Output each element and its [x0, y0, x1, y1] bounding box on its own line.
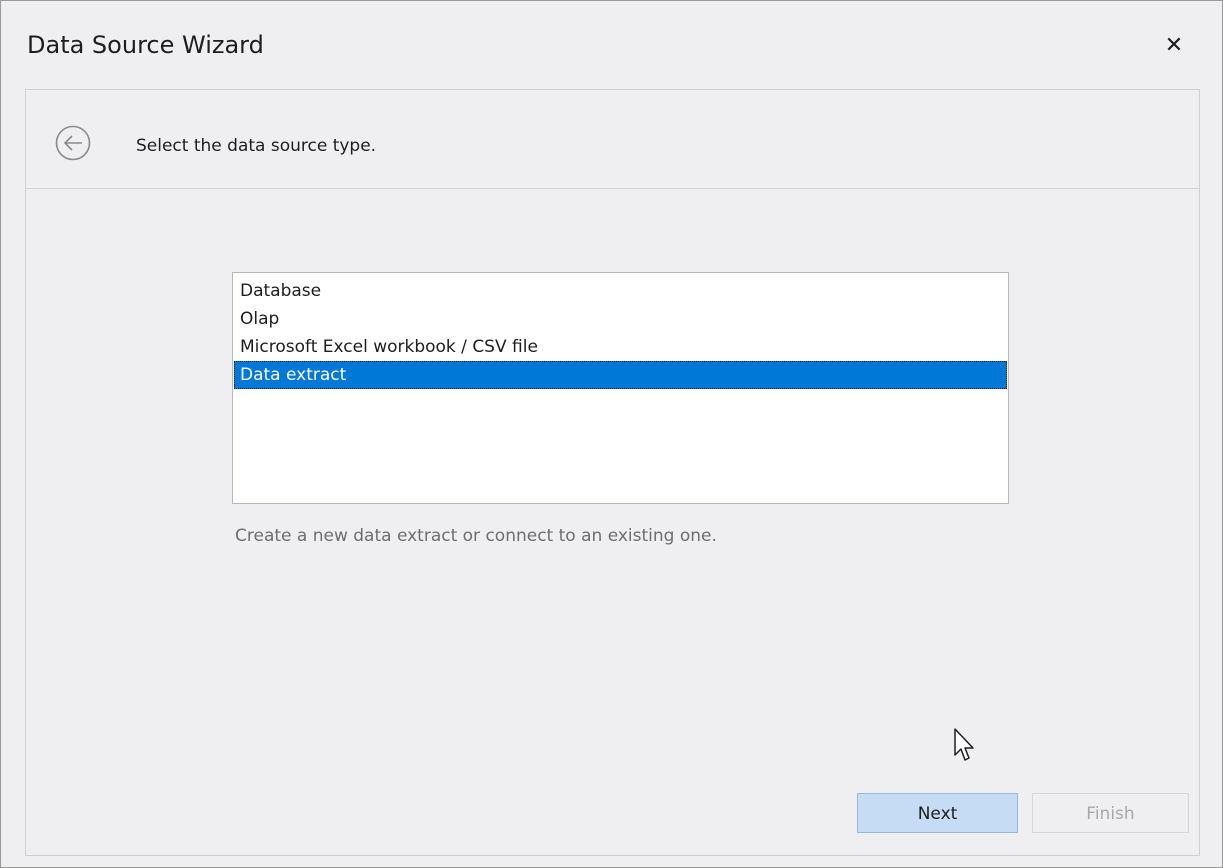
- wizard-page: Select the data source type. Database Ol…: [25, 89, 1200, 856]
- mouse-cursor-icon: [954, 728, 974, 761]
- list-item-excel-csv[interactable]: Microsoft Excel workbook / CSV file: [234, 333, 1007, 361]
- source-type-description: Create a new data extract or connect to …: [235, 526, 717, 546]
- close-icon: ✕: [1164, 33, 1184, 58]
- wizard-header: Select the data source type.: [26, 90, 1199, 189]
- step-instruction: Select the data source type.: [136, 136, 377, 156]
- back-arrow-circle-icon: [55, 125, 91, 161]
- wizard-window: Data Source Wizard ✕ Select the data sou…: [0, 0, 1223, 868]
- next-button[interactable]: Next: [857, 793, 1018, 833]
- back-button[interactable]: [55, 125, 91, 165]
- close-button[interactable]: ✕: [1159, 31, 1189, 61]
- window-title: Data Source Wizard: [27, 31, 264, 59]
- list-item-data-extract[interactable]: Data extract: [234, 361, 1007, 389]
- list-item-olap[interactable]: Olap: [234, 305, 1007, 333]
- title-bar: Data Source Wizard ✕: [1, 1, 1222, 89]
- finish-button[interactable]: Finish: [1032, 793, 1189, 833]
- list-item-database[interactable]: Database: [234, 277, 1007, 305]
- data-source-type-list[interactable]: Database Olap Microsoft Excel workbook /…: [232, 272, 1009, 504]
